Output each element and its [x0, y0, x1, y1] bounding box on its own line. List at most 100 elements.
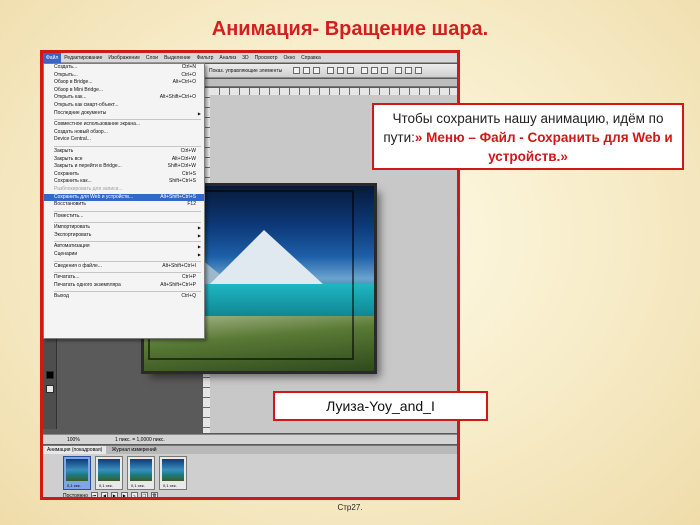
frame-delay[interactable]: 0,1 сек. — [67, 483, 81, 488]
menu-item[interactable]: Сведения о файле... Alt+Shift+Ctrl+I — [44, 263, 204, 271]
first-frame-icon[interactable]: ⏮ — [90, 492, 98, 497]
distribute-left-button[interactable] — [395, 67, 402, 74]
document-info: 1 пикс. = 1,0000 пикс. — [115, 437, 165, 443]
menubar-item[interactable]: Изображение — [105, 53, 143, 63]
menubar-item[interactable]: Просмотр — [252, 53, 281, 63]
distribute-top-button[interactable] — [361, 67, 368, 74]
menu-item[interactable]: Создать новый обзор... — [44, 129, 204, 137]
menu-item-label: Открыть как... — [54, 94, 87, 101]
animation-frame[interactable]: 0,1 сек. — [95, 456, 123, 490]
menu-item[interactable]: Закрыть и перейти в Bridge... Shift+Ctrl+… — [44, 163, 204, 171]
menu-item[interactable]: Открыть как... Alt+Shift+Ctrl+O — [44, 94, 204, 102]
menubar-item[interactable]: Файл — [43, 53, 62, 63]
submenu-arrow-icon: ▶ — [197, 244, 201, 250]
menu-item[interactable]: Device Central... — [44, 136, 204, 144]
align-middle-button[interactable] — [303, 67, 310, 74]
menu-item[interactable]: Сценарии ▶ — [44, 251, 204, 259]
menu-item[interactable]: Сохранить Ctrl+S — [44, 171, 204, 179]
menu-item[interactable]: Разблокировать для записи... — [44, 186, 204, 194]
document-tab[interactable] — [203, 79, 457, 87]
animation-frame[interactable]: 0,1 сек. — [159, 456, 187, 490]
menu-item-shortcut: Ctrl+N — [181, 64, 196, 70]
menu-item[interactable]: Выход Ctrl+Q — [44, 293, 204, 301]
menu-item[interactable]: Создать... Ctrl+N — [44, 64, 204, 72]
menu-item[interactable]: Совместное использование экрана... — [44, 121, 204, 129]
menubar-item[interactable]: Фильтр — [194, 53, 217, 63]
distribute-right-button[interactable] — [415, 67, 422, 74]
prev-frame-icon[interactable]: ◀ — [100, 492, 108, 497]
menu-item-label: Открыть как смарт-объект... — [54, 101, 119, 108]
duplicate-frame-icon[interactable]: ❐ — [140, 492, 148, 497]
menubar-item[interactable]: Редактирование — [61, 53, 105, 63]
menu-item-label: Сохранить как... — [54, 178, 92, 185]
menubar-item[interactable]: Справка — [298, 53, 324, 63]
menu-item[interactable]: Обзор в Mini Bridge... — [44, 87, 204, 95]
menu-item-label: Device Central... — [54, 136, 91, 143]
menu-item-label: Восстановить — [54, 201, 87, 208]
align-center-button[interactable] — [337, 67, 344, 74]
align-left-button[interactable] — [327, 67, 334, 74]
align-right-button[interactable] — [347, 67, 354, 74]
file-menu: Создать... Ctrl+N Открыть... Ctrl+O Обзор в … — [43, 63, 205, 339]
menu-item-save-for-web[interactable]: Сохранить для Web и устройств... Alt+Shif… — [44, 193, 204, 202]
delete-frame-icon[interactable]: 🗑 — [150, 492, 158, 497]
zoom-level[interactable]: 100% — [67, 435, 80, 445]
options-label: Показ. управляющие элементы — [209, 68, 283, 74]
submenu-arrow-icon: ▶ — [197, 252, 201, 258]
animation-frame[interactable]: 0,1 сек. — [127, 456, 155, 490]
menu-item-label: Создать... — [54, 64, 78, 70]
menubar-item[interactable]: Слои — [143, 53, 161, 63]
menu-item[interactable]: Поместить... — [44, 213, 204, 221]
align-bottom-button[interactable] — [313, 67, 320, 74]
submenu-arrow-icon: ▶ — [197, 110, 201, 116]
submenu-arrow-icon: ▶ — [197, 225, 201, 231]
menubar-item[interactable]: Анализ — [216, 53, 239, 63]
menu-item[interactable]: Открыть... Ctrl+O — [44, 72, 204, 80]
menu-item[interactable]: Экспортировать ▶ — [44, 232, 204, 240]
loop-select[interactable]: Постоянно — [63, 493, 88, 498]
menu-item-shortcut: Ctrl+S — [181, 170, 196, 177]
animation-panel: Анимация (покадровая) Журнал измерений 0… — [43, 445, 457, 498]
foreground-color-swatch[interactable] — [46, 371, 54, 379]
tab-animation[interactable]: Анимация (покадровая) — [43, 446, 107, 454]
distribute-middle-button[interactable] — [371, 67, 378, 74]
menu-item[interactable]: Закрыть Ctrl+W — [44, 148, 204, 156]
menu-item[interactable]: Открыть как смарт-объект... — [44, 102, 204, 110]
menubar-item[interactable]: 3D — [239, 53, 251, 63]
frame-thumbnail — [130, 459, 152, 481]
distribute-bottom-button[interactable] — [381, 67, 388, 74]
author-callout: Луиза-Yoy_and_I — [273, 391, 488, 421]
menu-item[interactable]: Печатать... Ctrl+P — [44, 274, 204, 282]
animation-tabs: Анимация (покадровая) Журнал измерений — [43, 446, 457, 454]
tween-icon[interactable]: ∿ — [130, 492, 138, 497]
menu-item[interactable]: Закрыть все Alt+Ctrl+W — [44, 156, 204, 164]
menu-item-label: Закрыть — [54, 147, 74, 154]
frame-delay[interactable]: 0,1 сек. — [163, 483, 177, 488]
animation-frame[interactable]: 0,1 сек. — [63, 456, 91, 490]
menu-item[interactable]: Импортировать ▶ — [44, 224, 204, 232]
menu-item[interactable]: Восстановить F12 — [44, 201, 204, 209]
frame-thumbnail — [162, 459, 184, 481]
animation-controls: Постоянно ⏮ ◀ ▶ ▶ ∿ ❐ 🗑 — [63, 492, 158, 498]
menu-item[interactable]: Сохранить как... Shift+Ctrl+S — [44, 178, 204, 186]
tab-measurement-log[interactable]: Журнал измерений — [108, 446, 161, 454]
menu-separator — [54, 239, 201, 243]
frame-delay[interactable]: 0,1 сек. — [99, 483, 113, 488]
frame-delay[interactable]: 0,1 сек. — [131, 483, 145, 488]
menu-item[interactable]: Обзор в Bridge... Alt+Ctrl+O — [44, 79, 204, 87]
menu-separator — [54, 259, 201, 262]
menu-item-label: Сохранить для Web и устройств... — [54, 193, 134, 200]
menu-item-label: Разблокировать для записи... — [54, 185, 123, 192]
menu-item-label: Обзор в Bridge... — [54, 79, 93, 86]
menubar-item[interactable]: Окно — [281, 53, 299, 63]
menu-item[interactable]: Печатать одного экземпляра Alt+Shift+Ctrl… — [44, 282, 204, 290]
align-top-button[interactable] — [293, 67, 300, 74]
play-icon[interactable]: ▶ — [110, 492, 118, 497]
quick-mask-icon[interactable] — [46, 385, 54, 393]
distribute-center-button[interactable] — [405, 67, 412, 74]
menu-item[interactable]: Последние документы ▶ — [44, 110, 204, 118]
next-frame-icon[interactable]: ▶ — [120, 492, 128, 497]
menubar-item[interactable]: Выделение — [161, 53, 194, 63]
menu-item[interactable]: Автоматизация ▶ — [44, 243, 204, 251]
menu-item-shortcut: Alt+Ctrl+O — [172, 79, 196, 86]
